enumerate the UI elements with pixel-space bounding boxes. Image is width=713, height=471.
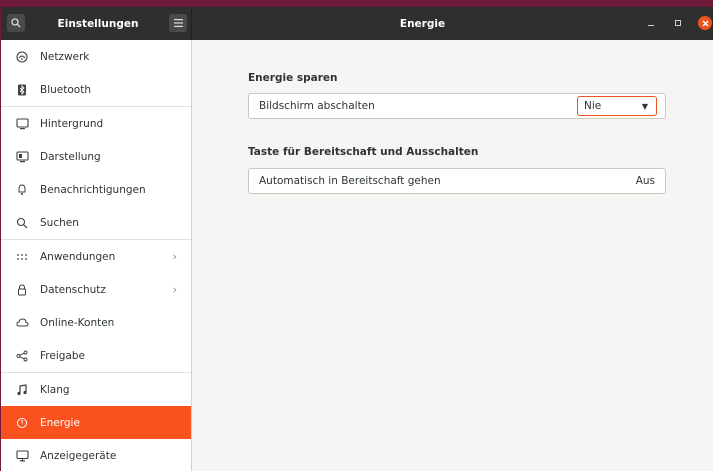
auto-suspend-label: Automatisch in Bereitschaft gehen (259, 175, 441, 187)
sidebar-item-anzeigegeraete[interactable]: Anzeigegeräte (1, 439, 191, 471)
sidebar-item-energie[interactable]: Energie (1, 406, 191, 439)
cloud-icon (15, 316, 29, 330)
sidebar-item-label: Online-Konten (40, 316, 115, 329)
screen-off-value: Nie (584, 100, 602, 112)
hamburger-icon (173, 19, 183, 27)
close-button[interactable] (698, 16, 712, 30)
minimize-button[interactable] (644, 16, 658, 30)
menu-button[interactable] (169, 14, 187, 32)
dropdown-arrow-icon: ▼ (641, 102, 648, 111)
sidebar-item-label: Bluetooth (40, 83, 91, 96)
share-icon (15, 349, 29, 363)
sidebar-item-freigabe[interactable]: Freigabe (1, 339, 191, 372)
sidebar-item-klang[interactable]: Klang (1, 373, 191, 406)
chevron-right-icon: › (172, 250, 177, 263)
sidebar-item-datenschutz[interactable]: Datenschutz › (1, 273, 191, 306)
bluetooth-icon (15, 83, 29, 97)
search-button[interactable] (7, 14, 25, 32)
sidebar-item-label: Hintergrund (40, 117, 104, 130)
maximize-icon (675, 20, 681, 26)
search-icon (15, 216, 29, 230)
sidebar-item-label: Darstellung (40, 150, 101, 163)
main-content: Energie sparen Bildschirm abschalten Nie… (192, 40, 713, 471)
sidebar-title: Einstellungen (57, 17, 139, 30)
section-title-energie-sparen: Energie sparen (248, 72, 338, 84)
screen-off-dropdown[interactable]: Nie ▼ (577, 96, 657, 116)
network-icon (15, 50, 29, 64)
music-note-icon (15, 383, 29, 397)
maximize-button[interactable] (671, 16, 685, 30)
sidebar-item-label: Energie (40, 416, 80, 429)
auto-suspend-value: Aus (635, 175, 655, 187)
sidebar-item-online-konten[interactable]: Online-Konten (1, 306, 191, 339)
section-title-taste: Taste für Bereitschaft und Ausschalten (248, 146, 479, 158)
sidebar-item-label: Suchen (40, 216, 79, 229)
sidebar-header: Einstellungen (1, 7, 192, 40)
sidebar-item-label: Datenschutz (40, 283, 106, 296)
sidebar-item-darstellung[interactable]: Darstellung (1, 140, 191, 173)
chevron-right-icon: › (172, 283, 177, 296)
sidebar-item-benachrichtigungen[interactable]: Benachrichtigungen (1, 173, 191, 206)
close-icon (702, 20, 708, 26)
appearance-icon (15, 150, 29, 164)
sidebar-item-netzwerk[interactable]: Netzwerk (1, 40, 191, 73)
sidebar-item-suchen[interactable]: Suchen (1, 206, 191, 239)
power-icon (15, 416, 29, 430)
sidebar-item-label: Klang (40, 383, 70, 396)
background-icon (15, 117, 29, 131)
sidebar-item-label: Freigabe (40, 349, 85, 362)
sidebar-item-anwendungen[interactable]: Anwendungen › (1, 240, 191, 273)
sidebar-item-label: Netzwerk (40, 50, 90, 63)
screen-off-label: Bildschirm abschalten (259, 100, 375, 112)
settings-window: Einstellungen Energie Netzwerk Bluetooth… (1, 7, 713, 471)
sidebar-item-label: Benachrichtigungen (40, 183, 146, 196)
search-icon (11, 18, 21, 28)
screen-off-row: Bildschirm abschalten Nie ▼ (248, 93, 666, 119)
privacy-icon (15, 283, 29, 297)
minimize-icon (648, 25, 654, 26)
auto-suspend-row[interactable]: Automatisch in Bereitschaft gehen Aus (248, 168, 666, 194)
sidebar-item-label: Anwendungen (40, 250, 116, 263)
sidebar-item-bluetooth[interactable]: Bluetooth (1, 73, 191, 106)
sidebar-item-label: Anzeigegeräte (40, 449, 117, 462)
sidebar-item-hintergrund[interactable]: Hintergrund (1, 107, 191, 140)
header-bar: Einstellungen Energie (1, 7, 713, 40)
sidebar: Netzwerk Bluetooth Hintergrund Darstellu… (1, 40, 192, 471)
display-icon (15, 449, 29, 463)
apps-icon (15, 250, 29, 264)
page-title: Energie (399, 17, 446, 30)
notifications-icon (15, 183, 29, 197)
